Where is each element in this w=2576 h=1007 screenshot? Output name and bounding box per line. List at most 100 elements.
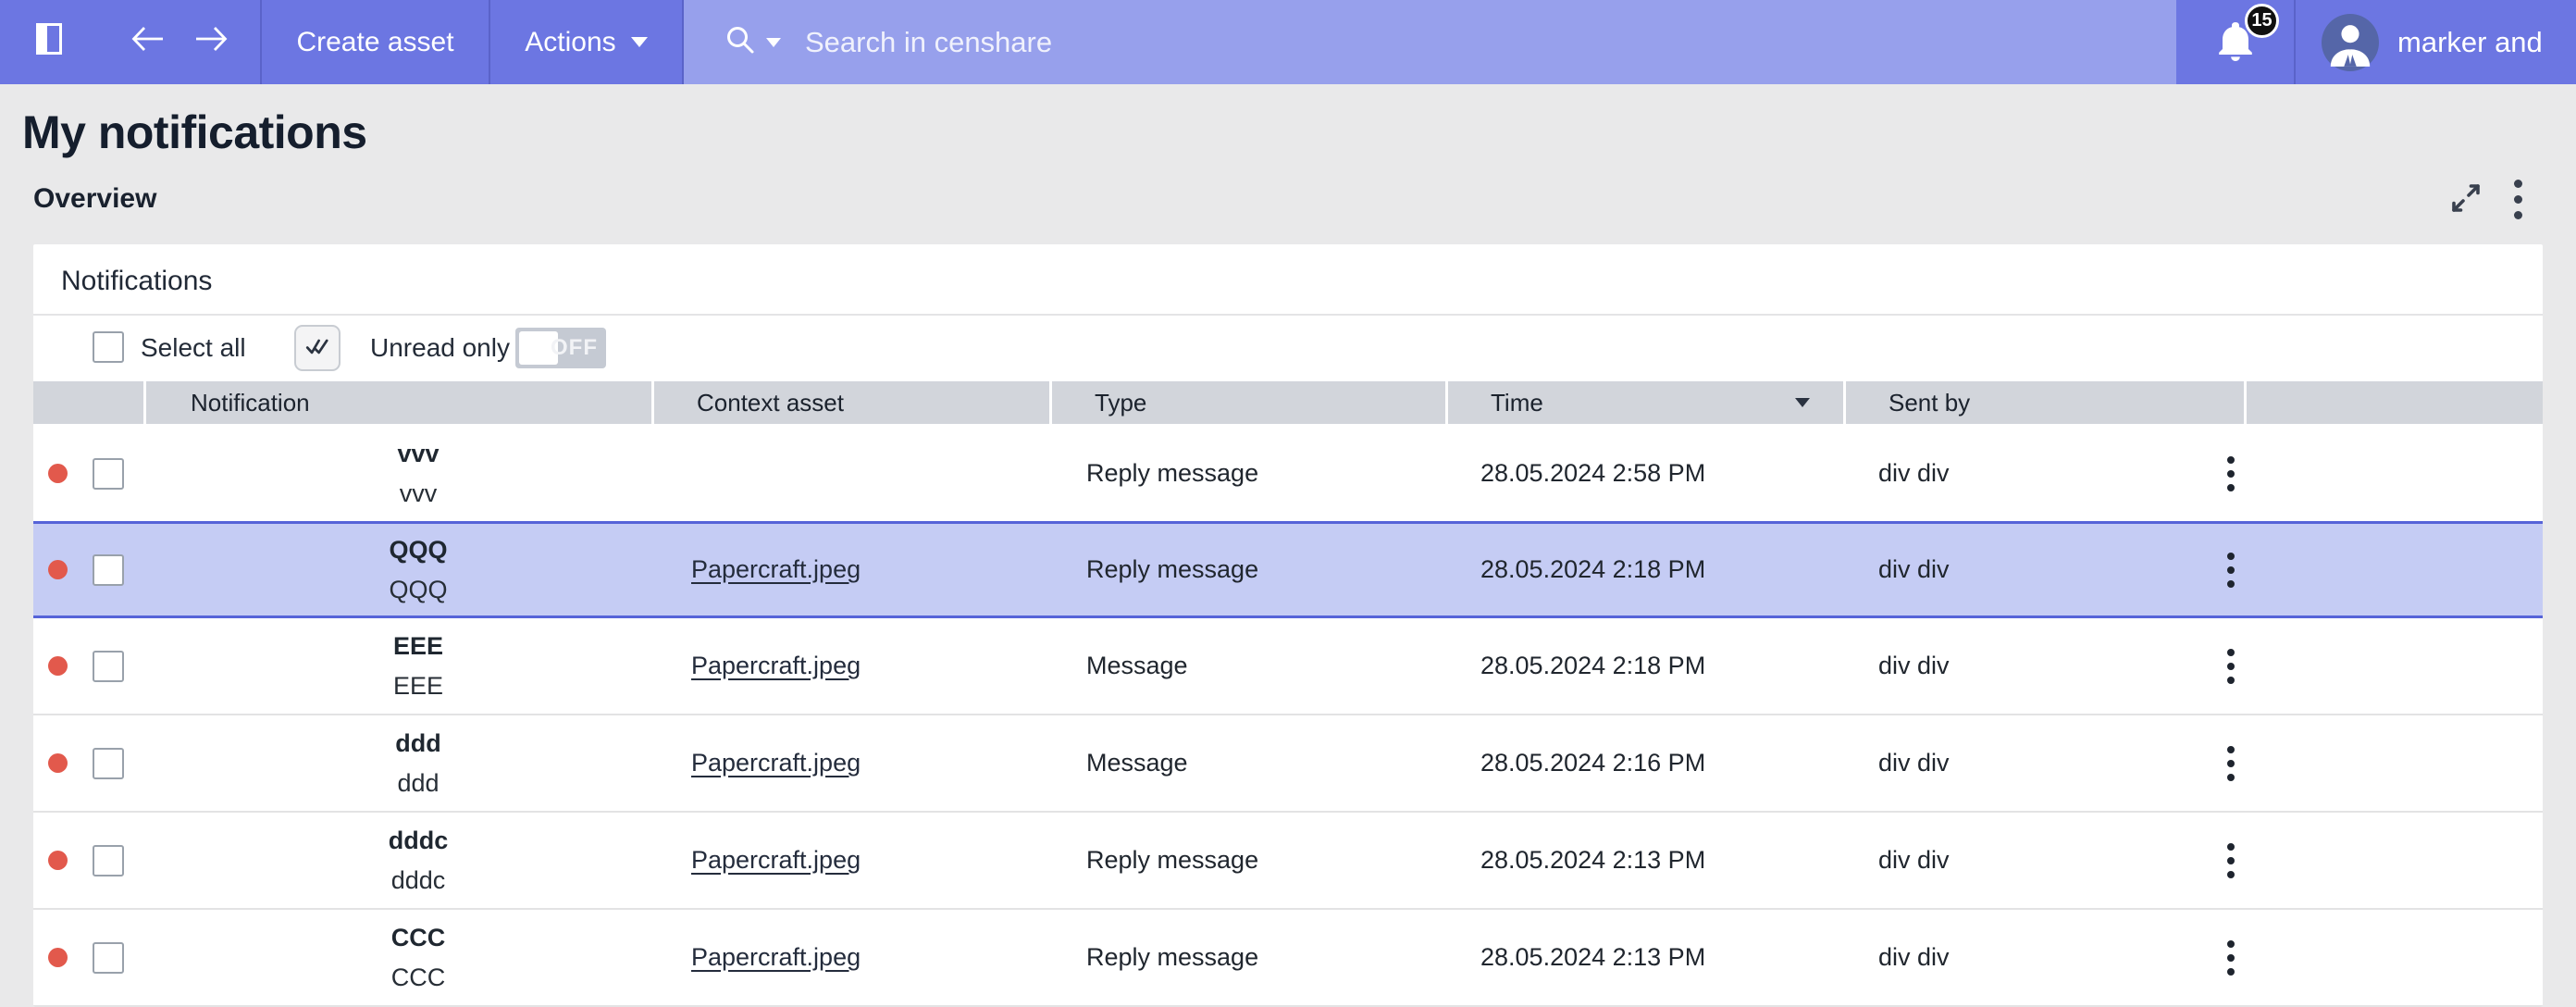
actions-menu-button[interactable]: Actions bbox=[490, 0, 682, 84]
unread-dot bbox=[48, 560, 68, 579]
search-icon bbox=[724, 24, 756, 60]
notification-title: vvv bbox=[397, 441, 439, 466]
kebab-icon bbox=[2227, 456, 2235, 491]
row-checkbox[interactable] bbox=[93, 458, 124, 490]
row-indicator-cell bbox=[33, 813, 143, 908]
row-actions-kebab-button[interactable] bbox=[2210, 446, 2252, 502]
column-header-notification[interactable]: Notification bbox=[146, 381, 651, 424]
context-asset-link[interactable]: Papercraft.jpeg bbox=[691, 846, 861, 875]
notification-title: CCC bbox=[391, 926, 446, 951]
row-actions-kebab-button[interactable] bbox=[2210, 542, 2252, 598]
row-checkbox[interactable] bbox=[93, 845, 124, 876]
sent-by-cell: div div bbox=[1832, 715, 2230, 811]
unread-only-label: Unread only bbox=[370, 316, 510, 379]
create-asset-button[interactable]: Create asset bbox=[262, 0, 489, 84]
row-checkbox[interactable] bbox=[93, 748, 124, 779]
table-header: Notification Context asset Type Time Sen… bbox=[33, 379, 2543, 426]
context-asset-link[interactable]: Papercraft.jpeg bbox=[691, 555, 861, 584]
notification-title: EEE bbox=[393, 634, 443, 659]
row-indicator-cell bbox=[33, 715, 143, 811]
back-button[interactable] bbox=[128, 0, 168, 84]
widget-options-kebab-button[interactable] bbox=[2496, 178, 2539, 220]
sidebar-toggle-icon bbox=[35, 20, 63, 65]
notification-cell: CCC CCC bbox=[143, 910, 649, 1005]
expand-icon bbox=[2447, 180, 2484, 219]
context-asset-link[interactable]: Papercraft.jpeg bbox=[691, 749, 861, 777]
notification-title: QQQ bbox=[389, 538, 447, 563]
notification-row[interactable]: vvv vvv Reply message 28.05.2024 2:58 PM… bbox=[33, 426, 2543, 523]
forward-button[interactable] bbox=[191, 0, 231, 84]
sent-by-cell: div div bbox=[1832, 618, 2230, 714]
notification-subtitle: dddc bbox=[391, 868, 446, 893]
notification-row[interactable]: EEE EEE Papercraft.jpeg Message 28.05.20… bbox=[33, 618, 2543, 715]
search-scope-caret-icon[interactable] bbox=[766, 38, 781, 47]
notifications-panel: Notifications Select all Unread only OFF… bbox=[33, 244, 2543, 1007]
sidebar-toggle-button[interactable] bbox=[20, 0, 78, 84]
row-actions-kebab-button[interactable] bbox=[2210, 833, 2252, 889]
context-asset-cell: Papercraft.jpeg bbox=[649, 715, 1044, 811]
row-checkbox[interactable] bbox=[93, 554, 124, 586]
sent-by-cell: div div bbox=[1832, 910, 2230, 1005]
mark-all-read-button[interactable] bbox=[294, 325, 341, 371]
sent-by-cell: div div bbox=[1832, 524, 2230, 615]
notification-subtitle: CCC bbox=[391, 965, 446, 990]
column-header-type[interactable]: Type bbox=[1052, 381, 1445, 424]
unread-dot bbox=[48, 464, 68, 483]
row-indicator-cell bbox=[33, 426, 143, 521]
context-asset-link[interactable]: Papercraft.jpeg bbox=[691, 652, 861, 680]
row-indicator-cell bbox=[33, 618, 143, 714]
notifications-badge: 15 bbox=[2245, 4, 2279, 38]
double-check-icon bbox=[304, 336, 330, 361]
kebab-icon bbox=[2227, 843, 2235, 878]
notification-row[interactable]: CCC CCC Papercraft.jpeg Reply message 28… bbox=[33, 910, 2543, 1007]
row-actions-kebab-button[interactable] bbox=[2210, 930, 2252, 986]
notification-title: ddd bbox=[395, 731, 440, 756]
user-name: marker and bbox=[2397, 26, 2543, 59]
page-subtitle: Overview bbox=[33, 183, 156, 215]
context-asset-link[interactable]: Papercraft.jpeg bbox=[691, 943, 861, 972]
time-cell: 28.05.2024 2:13 PM bbox=[1437, 813, 1832, 908]
unread-dot bbox=[48, 948, 68, 967]
search-input[interactable] bbox=[805, 26, 1915, 59]
time-cell: 28.05.2024 2:18 PM bbox=[1437, 524, 1832, 615]
avatar bbox=[2322, 14, 2379, 71]
notification-cell: QQQ QQQ bbox=[143, 524, 649, 615]
type-cell: Reply message bbox=[1044, 524, 1437, 615]
toggle-state-label: OFF bbox=[551, 328, 598, 368]
type-cell: Reply message bbox=[1044, 426, 1437, 521]
column-header-sent-by[interactable]: Sent by bbox=[1846, 381, 2244, 424]
notifications-toolbar: Select all Unread only OFF bbox=[33, 316, 2543, 379]
notifications-bell-button[interactable]: 15 bbox=[2176, 0, 2294, 84]
row-actions-kebab-button[interactable] bbox=[2210, 736, 2252, 791]
context-asset-cell: Papercraft.jpeg bbox=[649, 813, 1044, 908]
select-all-checkbox[interactable] bbox=[93, 331, 124, 363]
notification-row[interactable]: ddd ddd Papercraft.jpeg Message 28.05.20… bbox=[33, 715, 2543, 813]
column-header-time[interactable]: Time bbox=[1448, 381, 1843, 424]
notification-row[interactable]: dddc dddc Papercraft.jpeg Reply message … bbox=[33, 813, 2543, 910]
kebab-icon bbox=[2227, 649, 2235, 684]
unread-only-toggle[interactable]: OFF bbox=[515, 328, 606, 368]
notification-subtitle: vvv bbox=[400, 481, 438, 506]
type-cell: Reply message bbox=[1044, 813, 1437, 908]
notification-subtitle: EEE bbox=[393, 674, 443, 699]
kebab-icon bbox=[2227, 553, 2235, 588]
row-checkbox[interactable] bbox=[93, 942, 124, 974]
column-header-context-asset[interactable]: Context asset bbox=[654, 381, 1049, 424]
row-actions-kebab-button[interactable] bbox=[2210, 639, 2252, 694]
sent-by-cell: div div bbox=[1832, 426, 2230, 521]
actions-label: Actions bbox=[525, 27, 615, 58]
row-indicator-cell bbox=[33, 910, 143, 1005]
sent-by-cell: div div bbox=[1832, 813, 2230, 908]
notification-title: dddc bbox=[389, 828, 449, 853]
expand-widget-button[interactable] bbox=[2445, 178, 2487, 220]
notification-cell: ddd ddd bbox=[143, 715, 649, 811]
notifications-table-body: vvv vvv Reply message 28.05.2024 2:58 PM… bbox=[33, 426, 2543, 1007]
user-menu-button[interactable]: marker and bbox=[2296, 0, 2576, 84]
column-header-select bbox=[33, 381, 143, 424]
notification-row[interactable]: QQQ QQQ Papercraft.jpeg Reply message 28… bbox=[33, 521, 2543, 618]
row-checkbox[interactable] bbox=[93, 651, 124, 682]
notification-cell: vvv vvv bbox=[143, 426, 649, 521]
time-cell: 28.05.2024 2:58 PM bbox=[1437, 426, 1832, 521]
topbar: Create asset Actions 15 marker bbox=[0, 0, 2576, 84]
global-search bbox=[684, 0, 2176, 84]
